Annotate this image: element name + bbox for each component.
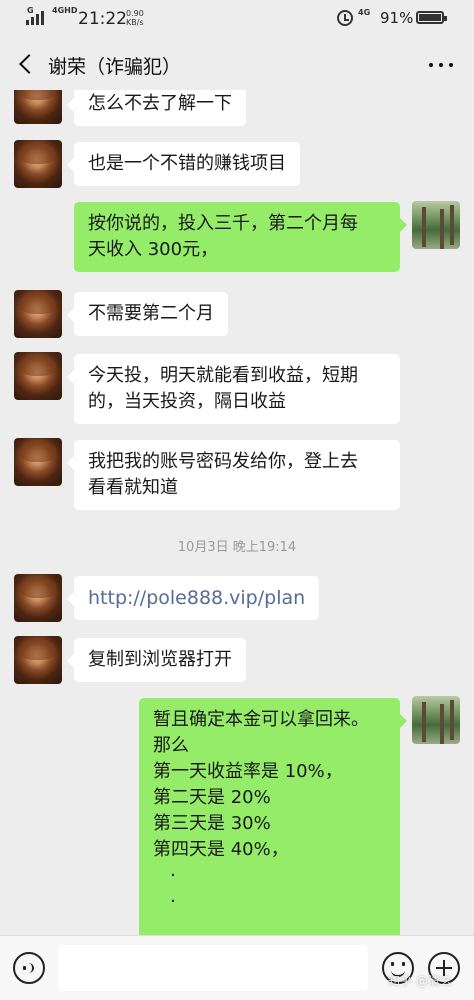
message-link[interactable]: http://pole888.vip/plan	[66, 576, 320, 620]
status-bar: G 4GHD 21:22 0.90 KB/s 4G 91%	[0, 0, 474, 38]
clock: 21:22	[78, 9, 127, 29]
message-bubble[interactable]: 怎么不去了解一下	[67, 90, 246, 126]
message-bubble[interactable]: 按你说的，投入三千，第二个月每 天收入 300元，	[74, 202, 407, 272]
network-speed: 0.90 KB/s	[126, 9, 144, 27]
message-bubble[interactable]: 今天投，明天就能看到收益，短期 的，当天投资，隔日收益	[67, 354, 400, 424]
back-arrow-icon[interactable]	[14, 52, 38, 76]
message-bubble[interactable]: 我把我的账号密码发给你，登上去 看看就知道	[67, 440, 400, 510]
chat-header: 谢荣（诈骗犯）	[0, 38, 474, 90]
network-speed-unit: KB/s	[126, 18, 144, 27]
more-icon[interactable]	[426, 54, 456, 74]
user-avatar[interactable]	[412, 696, 460, 744]
contact-avatar[interactable]	[14, 140, 62, 188]
chat-title: 谢荣（诈骗犯）	[48, 56, 182, 78]
message-bubble[interactable]: 暂且确定本金可以拿回来。 那么 第一天收益率是 10%， 第二天是 20% 第三…	[139, 698, 407, 935]
contact-avatar[interactable]	[14, 636, 62, 684]
voice-icon[interactable]	[13, 952, 45, 984]
contact-avatar[interactable]	[14, 438, 62, 486]
contact-avatar[interactable]	[14, 352, 62, 400]
message-bubble[interactable]: 不需要第二个月	[67, 292, 228, 336]
network-type-3: 4G	[358, 8, 371, 17]
battery-icon	[416, 11, 447, 24]
battery-percent: 91%	[380, 9, 414, 27]
input-bar	[0, 935, 474, 1000]
message-timestamp: 10月3日 晚上19:14	[177, 540, 297, 555]
message-bubble[interactable]: 复制到浏览器打开	[67, 638, 246, 682]
network-type-2: 4GHD	[52, 6, 78, 15]
contact-avatar[interactable]	[14, 290, 62, 338]
contact-avatar[interactable]	[14, 574, 62, 622]
alarm-icon	[337, 10, 353, 26]
user-avatar[interactable]	[412, 201, 460, 249]
message-input[interactable]	[58, 945, 368, 991]
watermark: 知乎 @清玄	[388, 974, 452, 988]
message-list[interactable]: 怎么不去了解一下 也是一个不错的赚钱项目 按你说的，投入三千，第二个月每 天收入…	[0, 90, 474, 935]
signal-icon	[26, 9, 46, 25]
message-bubble[interactable]: 也是一个不错的赚钱项目	[67, 142, 300, 186]
contact-avatar[interactable]	[14, 90, 62, 124]
network-speed-value: 0.90	[126, 9, 144, 18]
